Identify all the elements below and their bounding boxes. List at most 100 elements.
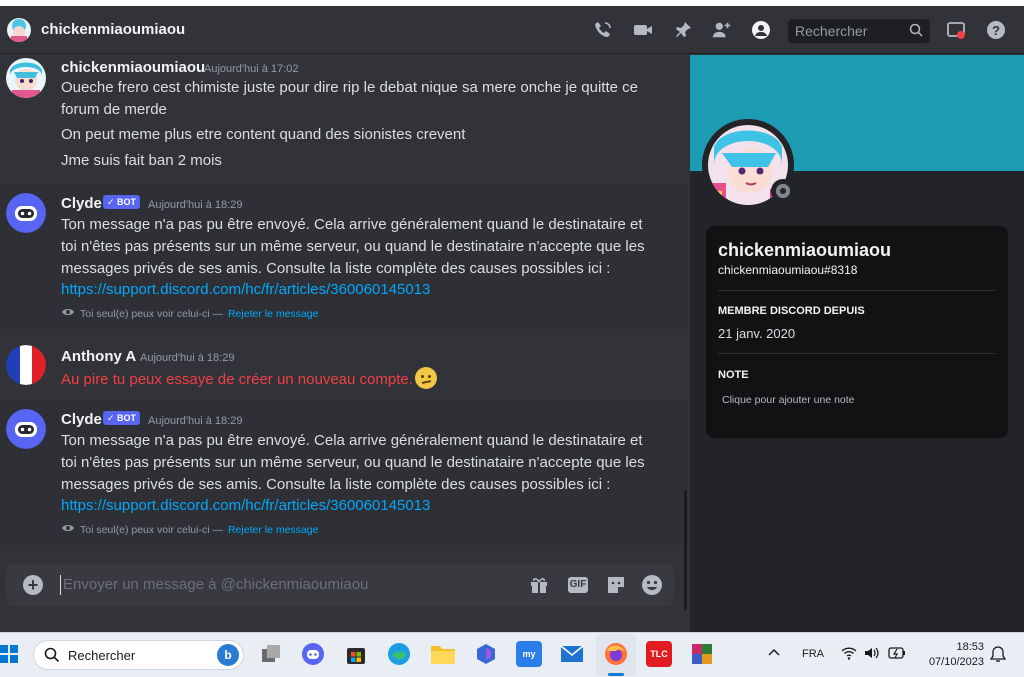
bot-badge: ✓ BOT [103, 195, 141, 209]
language-indicator[interactable]: FRA [802, 648, 824, 660]
store-icon[interactable] [343, 641, 369, 667]
taskbar-search[interactable]: Rechercher b [33, 640, 244, 670]
chat-scrollbar[interactable] [684, 490, 687, 610]
dismiss-message-link[interactable]: Rejeter le message [228, 524, 318, 536]
message-text: forum de merde [61, 101, 167, 118]
wifi-icon[interactable] [841, 646, 857, 663]
discord-taskbar-icon[interactable] [300, 641, 326, 667]
profile-display-name: chickenmiaoumiaou [718, 240, 892, 260]
firefox-icon[interactable] [603, 641, 629, 667]
message-composer: + Envoyer un message à @chickenmiaoumiao… [6, 564, 674, 606]
user-avatar[interactable] [6, 345, 46, 385]
clyde-avatar[interactable] [6, 193, 46, 233]
active-app-indicator [608, 673, 624, 676]
task-view-icon[interactable] [258, 641, 284, 667]
clock-date: 07/10/2023 [928, 656, 984, 668]
message-text: toi n'êtes pas présents sur un même serv… [61, 454, 645, 471]
taskbar-search-label: Rechercher [68, 648, 136, 663]
message-timestamp: Aujourd'hui à 18:29 [148, 415, 243, 427]
note-heading: NOTE [718, 369, 749, 381]
message-item[interactable]: Anthony A Aujourd'hui à 18:29 Au pire tu… [0, 337, 688, 397]
show-hidden-icons-chevron-icon[interactable] [768, 647, 780, 659]
help-icon[interactable]: ? [986, 20, 1006, 40]
video-call-icon[interactable] [633, 20, 653, 40]
search-icon [44, 647, 60, 668]
user-profile-panel: chickenmiaoumiaou chickenmiaoumiaou#8318… [690, 55, 1024, 632]
note-input[interactable]: Clique pour ajouter une note [722, 394, 855, 406]
message-text: Au pire tu peux essaye de créer un nouve… [61, 367, 437, 391]
gif-label: GIF [567, 577, 589, 593]
clyde-avatar[interactable] [6, 409, 46, 449]
volume-icon[interactable] [864, 646, 880, 663]
message-item[interactable]: Clyde ✓ BOT Aujourd'hui à 18:29 Ton mess… [0, 185, 688, 329]
search-icon [909, 23, 923, 40]
battery-icon[interactable] [888, 647, 906, 662]
message-item[interactable]: chickenmiaoumiaou Aujourd'hui à 17:02 Ou… [0, 55, 688, 183]
message-text: messages privés de ses amis. Consulte la… [61, 476, 611, 493]
eye-icon [61, 523, 75, 536]
message-author[interactable]: chickenmiaoumiaou [61, 59, 205, 76]
taskbar-clock[interactable]: 18:53 07/10/2023 [918, 640, 984, 670]
pin-icon[interactable] [673, 20, 693, 40]
voice-call-icon[interactable] [593, 20, 613, 40]
sticker-icon[interactable] [605, 574, 627, 596]
message-item[interactable]: Clyde ✓ BOT Aujourd'hui à 18:29 Ton mess… [0, 401, 688, 545]
winrar-icon[interactable] [689, 641, 715, 667]
inbox-icon[interactable] [946, 20, 966, 40]
add-attachment-button[interactable]: + [23, 575, 43, 595]
support-link[interactable]: https://support.discord.com/hc/fr/articl… [61, 279, 430, 301]
message-text: Ton message n'a pas pu être envoyé. Cela… [61, 216, 643, 233]
message-input[interactable]: Envoyer un message à @chickenmiaoumiaou [60, 575, 368, 595]
message-author[interactable]: Clyde [61, 195, 102, 212]
notifications-icon[interactable] [989, 645, 1007, 666]
search-input[interactable]: Rechercher [788, 19, 930, 43]
message-author[interactable]: Clyde [61, 411, 102, 428]
mail-icon[interactable] [559, 641, 585, 667]
eye-icon [61, 307, 75, 320]
gif-button[interactable]: GIF [567, 574, 589, 596]
header-avatar[interactable] [7, 18, 31, 42]
message-timestamp: Aujourd'hui à 18:29 [140, 352, 235, 364]
message-author[interactable]: Anthony A [61, 348, 136, 365]
emoji-picker-icon[interactable] [641, 574, 663, 596]
bing-icon: b [217, 644, 239, 666]
profile-toggle-icon[interactable] [751, 20, 771, 40]
message-text: Ton message n'a pas pu être envoyé. Cela… [61, 432, 643, 449]
ephemeral-notice: Toi seul(e) peux voir celui-ci — Rejeter… [61, 523, 318, 536]
message-text: Oueche frero cest chimiste juste pour di… [61, 79, 638, 96]
profile-info-card: chickenmiaoumiaou chickenmiaoumiaou#8318… [706, 226, 1008, 438]
profile-avatar-wrapper [702, 119, 795, 211]
windows-taskbar: Rechercher b my TLC FRA 18:53 07/10/2023 [0, 632, 1024, 677]
message-timestamp: Aujourd'hui à 18:29 [148, 199, 243, 211]
dismiss-message-link[interactable]: Rejeter le message [228, 308, 318, 320]
tlc-icon[interactable]: TLC [646, 641, 672, 667]
header-title: chickenmiaoumiaou [41, 21, 186, 38]
divider [718, 290, 996, 291]
mybp-icon[interactable]: my [516, 641, 542, 667]
ephemeral-text: Toi seul(e) peux voir celui-ci — [80, 523, 223, 536]
dm-header: chickenmiaoumiaou Rechercher ? [0, 6, 1024, 54]
clock-time: 18:53 [956, 641, 984, 653]
message-text: messages privés de ses amis. Consulte la… [61, 260, 611, 277]
offline-status-icon [771, 179, 795, 203]
add-friend-icon[interactable] [712, 20, 732, 40]
user-avatar[interactable] [6, 58, 46, 98]
gift-icon[interactable] [528, 574, 550, 596]
edge-icon[interactable] [386, 641, 412, 667]
support-link[interactable]: https://support.discord.com/hc/fr/articl… [61, 495, 430, 517]
message-timestamp: Aujourd'hui à 17:02 [204, 63, 299, 75]
message-text-content: Au pire tu peux essaye de créer un nouve… [61, 371, 413, 388]
message-text: toi n'êtes pas présents sur un même serv… [61, 238, 645, 255]
file-explorer-icon[interactable] [430, 641, 456, 667]
profile-username[interactable]: chickenmiaoumiaou#8318 [718, 263, 857, 277]
bot-badge-label: BOT [117, 413, 137, 423]
start-button[interactable] [0, 645, 18, 663]
ephemeral-notice: Toi seul(e) peux voir celui-ci — Rejeter… [61, 307, 318, 320]
bot-badge-label: BOT [117, 197, 137, 207]
bot-badge: ✓ BOT [103, 411, 141, 425]
confused-emoji-icon [414, 367, 437, 389]
member-since-date: 21 janv. 2020 [718, 326, 796, 341]
copilot-icon[interactable] [473, 641, 499, 667]
ephemeral-text: Toi seul(e) peux voir celui-ci — [80, 307, 223, 320]
svg-text:?: ? [992, 23, 1000, 38]
